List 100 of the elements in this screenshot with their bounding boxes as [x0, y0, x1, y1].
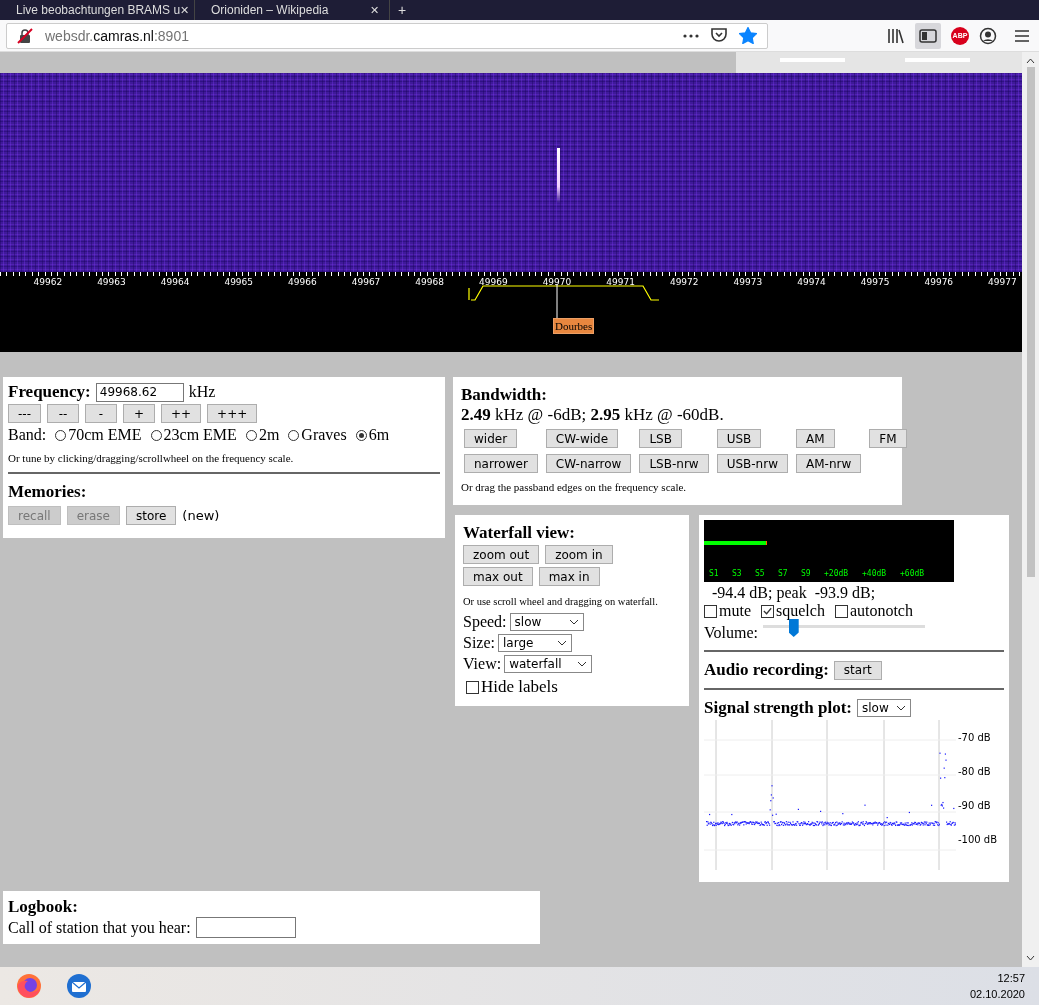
- mode-button[interactable]: wider: [464, 429, 518, 448]
- select-label: Size:: [463, 633, 495, 652]
- firefox-icon[interactable]: [16, 973, 42, 999]
- checkbox[interactable]: [834, 604, 848, 618]
- mode-button[interactable]: CW-narrow: [545, 454, 632, 473]
- scale-label: 49973: [733, 277, 763, 287]
- band-option[interactable]: 70cm EME: [68, 426, 142, 444]
- bandwidth-heading: Bandwidth:: [461, 385, 547, 404]
- station-label[interactable]: Dourbes: [553, 318, 595, 334]
- field-label: Call of station that you hear:: [8, 918, 191, 937]
- caret-icon: [568, 618, 579, 625]
- scale-label: 49967: [351, 277, 381, 287]
- band-option[interactable]: 23cm EME: [163, 426, 237, 444]
- band-option[interactable]: 2m: [258, 426, 280, 444]
- signal-reading: -94.4 dB; peak -93.9 dB;: [712, 584, 877, 602]
- thunderbird-icon[interactable]: [66, 973, 92, 999]
- mode-button[interactable]: FM: [869, 429, 907, 448]
- clock-time: 12:57: [997, 972, 1025, 984]
- clock-date: 02.10.2020: [969, 988, 1025, 1000]
- volume-label: Volume:: [704, 624, 758, 642]
- new-tab-button[interactable]: +: [390, 2, 415, 18]
- scale-label: 49968: [415, 277, 444, 287]
- logbook-heading: Logbook:: [8, 897, 78, 916]
- frequency-field[interactable]: 49968.62: [95, 382, 184, 402]
- band-option[interactable]: 6m: [368, 426, 390, 444]
- step-button[interactable]: -: [85, 404, 117, 423]
- scale-label: 49974: [797, 277, 826, 287]
- meter-scale-label: S7: [778, 569, 789, 578]
- frequency-scale[interactable]: 49962 49963 49964 49965 49966 49967 49968 49969 49970 49971 49972 49973 49974 49975 49976 49977 Dourbes: [0, 272, 1022, 352]
- step-button[interactable]: ++: [161, 404, 202, 423]
- mode-button[interactable]: CW-wide: [545, 429, 619, 448]
- memory-status: (new): [182, 508, 220, 523]
- account-icon[interactable]: [979, 26, 997, 45]
- frequency-label: Frequency:: [8, 382, 91, 402]
- callsign-field[interactable]: [195, 917, 296, 938]
- hint-text: Or use scroll wheel and dragging on waterfall.: [463, 596, 659, 607]
- step-button[interactable]: --: [47, 404, 79, 423]
- scale-label: 49966: [288, 277, 317, 287]
- checkbox-label[interactable]: autonotch: [849, 602, 913, 620]
- slider-thumb[interactable]: [788, 619, 799, 637]
- scroll-down-icon[interactable]: [1026, 955, 1035, 961]
- address-bar[interactable]: websdr.camras.nl:8901: [6, 22, 768, 49]
- zoom-button[interactable]: max out: [463, 567, 533, 586]
- dropdown[interactable]: slow: [509, 612, 584, 631]
- close-icon[interactable]: ✕: [370, 3, 379, 17]
- dropdown[interactable]: slow: [857, 699, 911, 717]
- mode-button[interactable]: AM: [796, 429, 835, 448]
- dropdown[interactable]: waterfall: [504, 654, 593, 673]
- axis-label: -100 dB: [958, 834, 998, 845]
- scroll-up-icon[interactable]: [1026, 58, 1035, 64]
- bandwidth-text: 2.49 kHz @ -6dB; 2.95 kHz @ -60dB.: [461, 405, 725, 425]
- sidebar-button[interactable]: [915, 22, 941, 49]
- scale-label: 49969: [479, 277, 508, 287]
- checkbox[interactable]: [761, 604, 774, 618]
- pocket-icon[interactable]: [711, 28, 727, 43]
- mode-button[interactable]: USB: [716, 429, 762, 448]
- axis-label: -90 dB: [958, 800, 992, 811]
- memory-button[interactable]: store: [126, 506, 177, 525]
- checkbox[interactable]: [704, 604, 717, 618]
- sidebar-icon: [919, 28, 937, 43]
- start-button[interactable]: start: [833, 660, 882, 680]
- band-option[interactable]: Graves: [301, 426, 347, 444]
- scale-label: 49975: [860, 277, 890, 287]
- step-button[interactable]: ---: [8, 404, 41, 423]
- zoom-button[interactable]: zoom out: [463, 545, 540, 564]
- checkbox[interactable]: [466, 680, 479, 694]
- zoom-button[interactable]: max in: [538, 567, 600, 586]
- mode-button[interactable]: USB-nrw: [716, 454, 788, 473]
- close-icon[interactable]: ✕: [180, 3, 190, 17]
- mode-button[interactable]: narrower: [464, 454, 538, 473]
- select-label: View:: [463, 654, 502, 673]
- waterfall-heading: Waterfall view:: [463, 523, 575, 542]
- select-label: Speed:: [463, 612, 507, 631]
- scale-label: 49977: [988, 277, 1017, 287]
- mode-button[interactable]: AM-nrw: [796, 454, 862, 473]
- more-icon[interactable]: [683, 33, 699, 38]
- insecure-lock-icon: [17, 27, 33, 44]
- zoom-button[interactable]: zoom in: [545, 545, 613, 564]
- recording-heading: Audio recording:: [704, 660, 829, 680]
- axis-label: -80 dB: [958, 766, 992, 777]
- step-button[interactable]: +++: [207, 404, 258, 423]
- hint-text: Or drag the passband edges on the frequency scale.: [461, 481, 688, 493]
- mode-button[interactable]: LSB: [639, 429, 682, 448]
- meter-scale-label: S9: [801, 569, 812, 578]
- memories-heading: Memories:: [8, 482, 88, 502]
- bookmark-star-icon[interactable]: [739, 27, 757, 44]
- dropdown[interactable]: large: [498, 633, 572, 652]
- library-icon[interactable]: [887, 27, 905, 44]
- step-button[interactable]: +: [123, 404, 155, 423]
- scale-label: 49962: [33, 277, 63, 287]
- checkbox-label[interactable]: Hide labels: [481, 677, 558, 697]
- mode-button[interactable]: LSB-nrw: [639, 454, 709, 473]
- menu-icon[interactable]: [1015, 29, 1029, 42]
- meter-scale-label: +20dB: [824, 569, 850, 578]
- checkbox-label[interactable]: mute: [719, 602, 751, 620]
- caret-icon: [896, 705, 906, 711]
- scrollbar[interactable]: [1022, 52, 1039, 967]
- checkbox-label[interactable]: squelch: [776, 602, 825, 620]
- unit-label: kHz: [188, 383, 216, 401]
- band-label: Band:: [8, 426, 47, 444]
